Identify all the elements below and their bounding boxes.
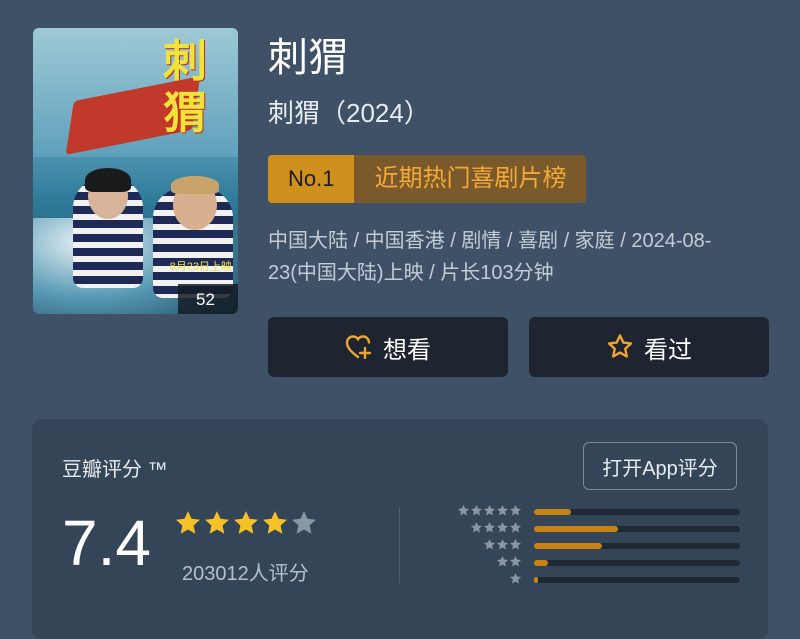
rating-row-stars (457, 504, 522, 520)
rating-row-5-star (452, 504, 752, 520)
star-filled-icon (205, 511, 229, 534)
small-star-icon (509, 538, 522, 550)
rating-row-1-star (452, 572, 752, 588)
movie-title: 刺猬 (268, 36, 348, 80)
star-filled-icon (176, 511, 200, 534)
poster-hair-left (85, 168, 131, 192)
poster-badge: 52 (178, 284, 238, 314)
movie-poster[interactable]: 刺猬 8月23日上映 52 (33, 28, 238, 314)
star-empty-icon (292, 511, 316, 534)
want-to-see-button[interactable]: 想看 (268, 317, 508, 377)
poster-hair-right (171, 176, 219, 194)
movie-subtitle: 刺猬（2024） (268, 98, 430, 128)
small-star-icon (509, 572, 522, 584)
rating-row-fill (534, 509, 572, 515)
small-star-icon (496, 555, 509, 567)
rating-row-3-star (452, 538, 752, 554)
rating-row-stars (496, 555, 522, 571)
heart-plus-icon (345, 335, 372, 360)
rank-badge[interactable]: No.1 近期热门喜剧片榜 (268, 155, 587, 203)
rating-label: 豆瓣评分 ™ (62, 459, 168, 481)
small-star-icon (496, 538, 509, 550)
poster-badge-text: 52 (196, 290, 215, 309)
rating-row-track (534, 526, 740, 532)
rating-row-2-star (452, 555, 752, 571)
seen-button[interactable]: 看过 (529, 317, 769, 377)
rating-row-stars (483, 538, 522, 554)
rating-row-4-star (452, 521, 752, 537)
star-filled-icon (234, 511, 258, 534)
rating-row-fill (534, 526, 619, 532)
small-star-icon (470, 504, 483, 516)
rating-row-fill (534, 560, 549, 566)
small-star-icon (509, 555, 522, 567)
rating-stars (174, 509, 319, 537)
rating-row-track (534, 543, 740, 549)
poster-title: 刺猬 (163, 36, 207, 139)
rating-row-track (534, 560, 740, 566)
rank-label: 近期热门喜剧片榜 (354, 155, 587, 203)
rank-number: No.1 (268, 155, 355, 203)
rating-panel: 豆瓣评分 ™ 打开App评分 7.4 203012人评分 (32, 419, 768, 639)
rating-row-stars (470, 521, 522, 537)
rating-row-track (534, 509, 740, 515)
small-star-icon (509, 521, 522, 533)
star-filled-icon (263, 511, 287, 534)
rating-score: 7.4 (62, 507, 151, 579)
open-app-rate-button[interactable]: 打开App评分 (583, 442, 737, 490)
divider (399, 507, 400, 583)
small-star-icon (483, 538, 496, 550)
rating-count: 203012人评分 (182, 563, 309, 585)
rating-row-fill (534, 543, 602, 549)
want-to-see-label: 想看 (383, 336, 431, 364)
small-star-icon (509, 504, 522, 516)
small-star-icon (496, 504, 509, 516)
star-outline-icon (607, 334, 633, 358)
small-star-icon (457, 504, 470, 516)
rating-row-stars (509, 572, 522, 588)
movie-meta: 中国大陆 / 中国香港 / 剧情 / 喜剧 / 家庭 / 2024-08-23(… (268, 230, 712, 284)
small-star-icon (483, 521, 496, 533)
small-star-icon (470, 521, 483, 533)
small-star-icon (496, 521, 509, 533)
seen-label: 看过 (644, 336, 692, 364)
rating-row-track (534, 577, 740, 583)
poster-date: 8月23日上映 (169, 261, 232, 273)
rating-row-fill (534, 577, 539, 583)
small-star-icon (483, 504, 496, 516)
